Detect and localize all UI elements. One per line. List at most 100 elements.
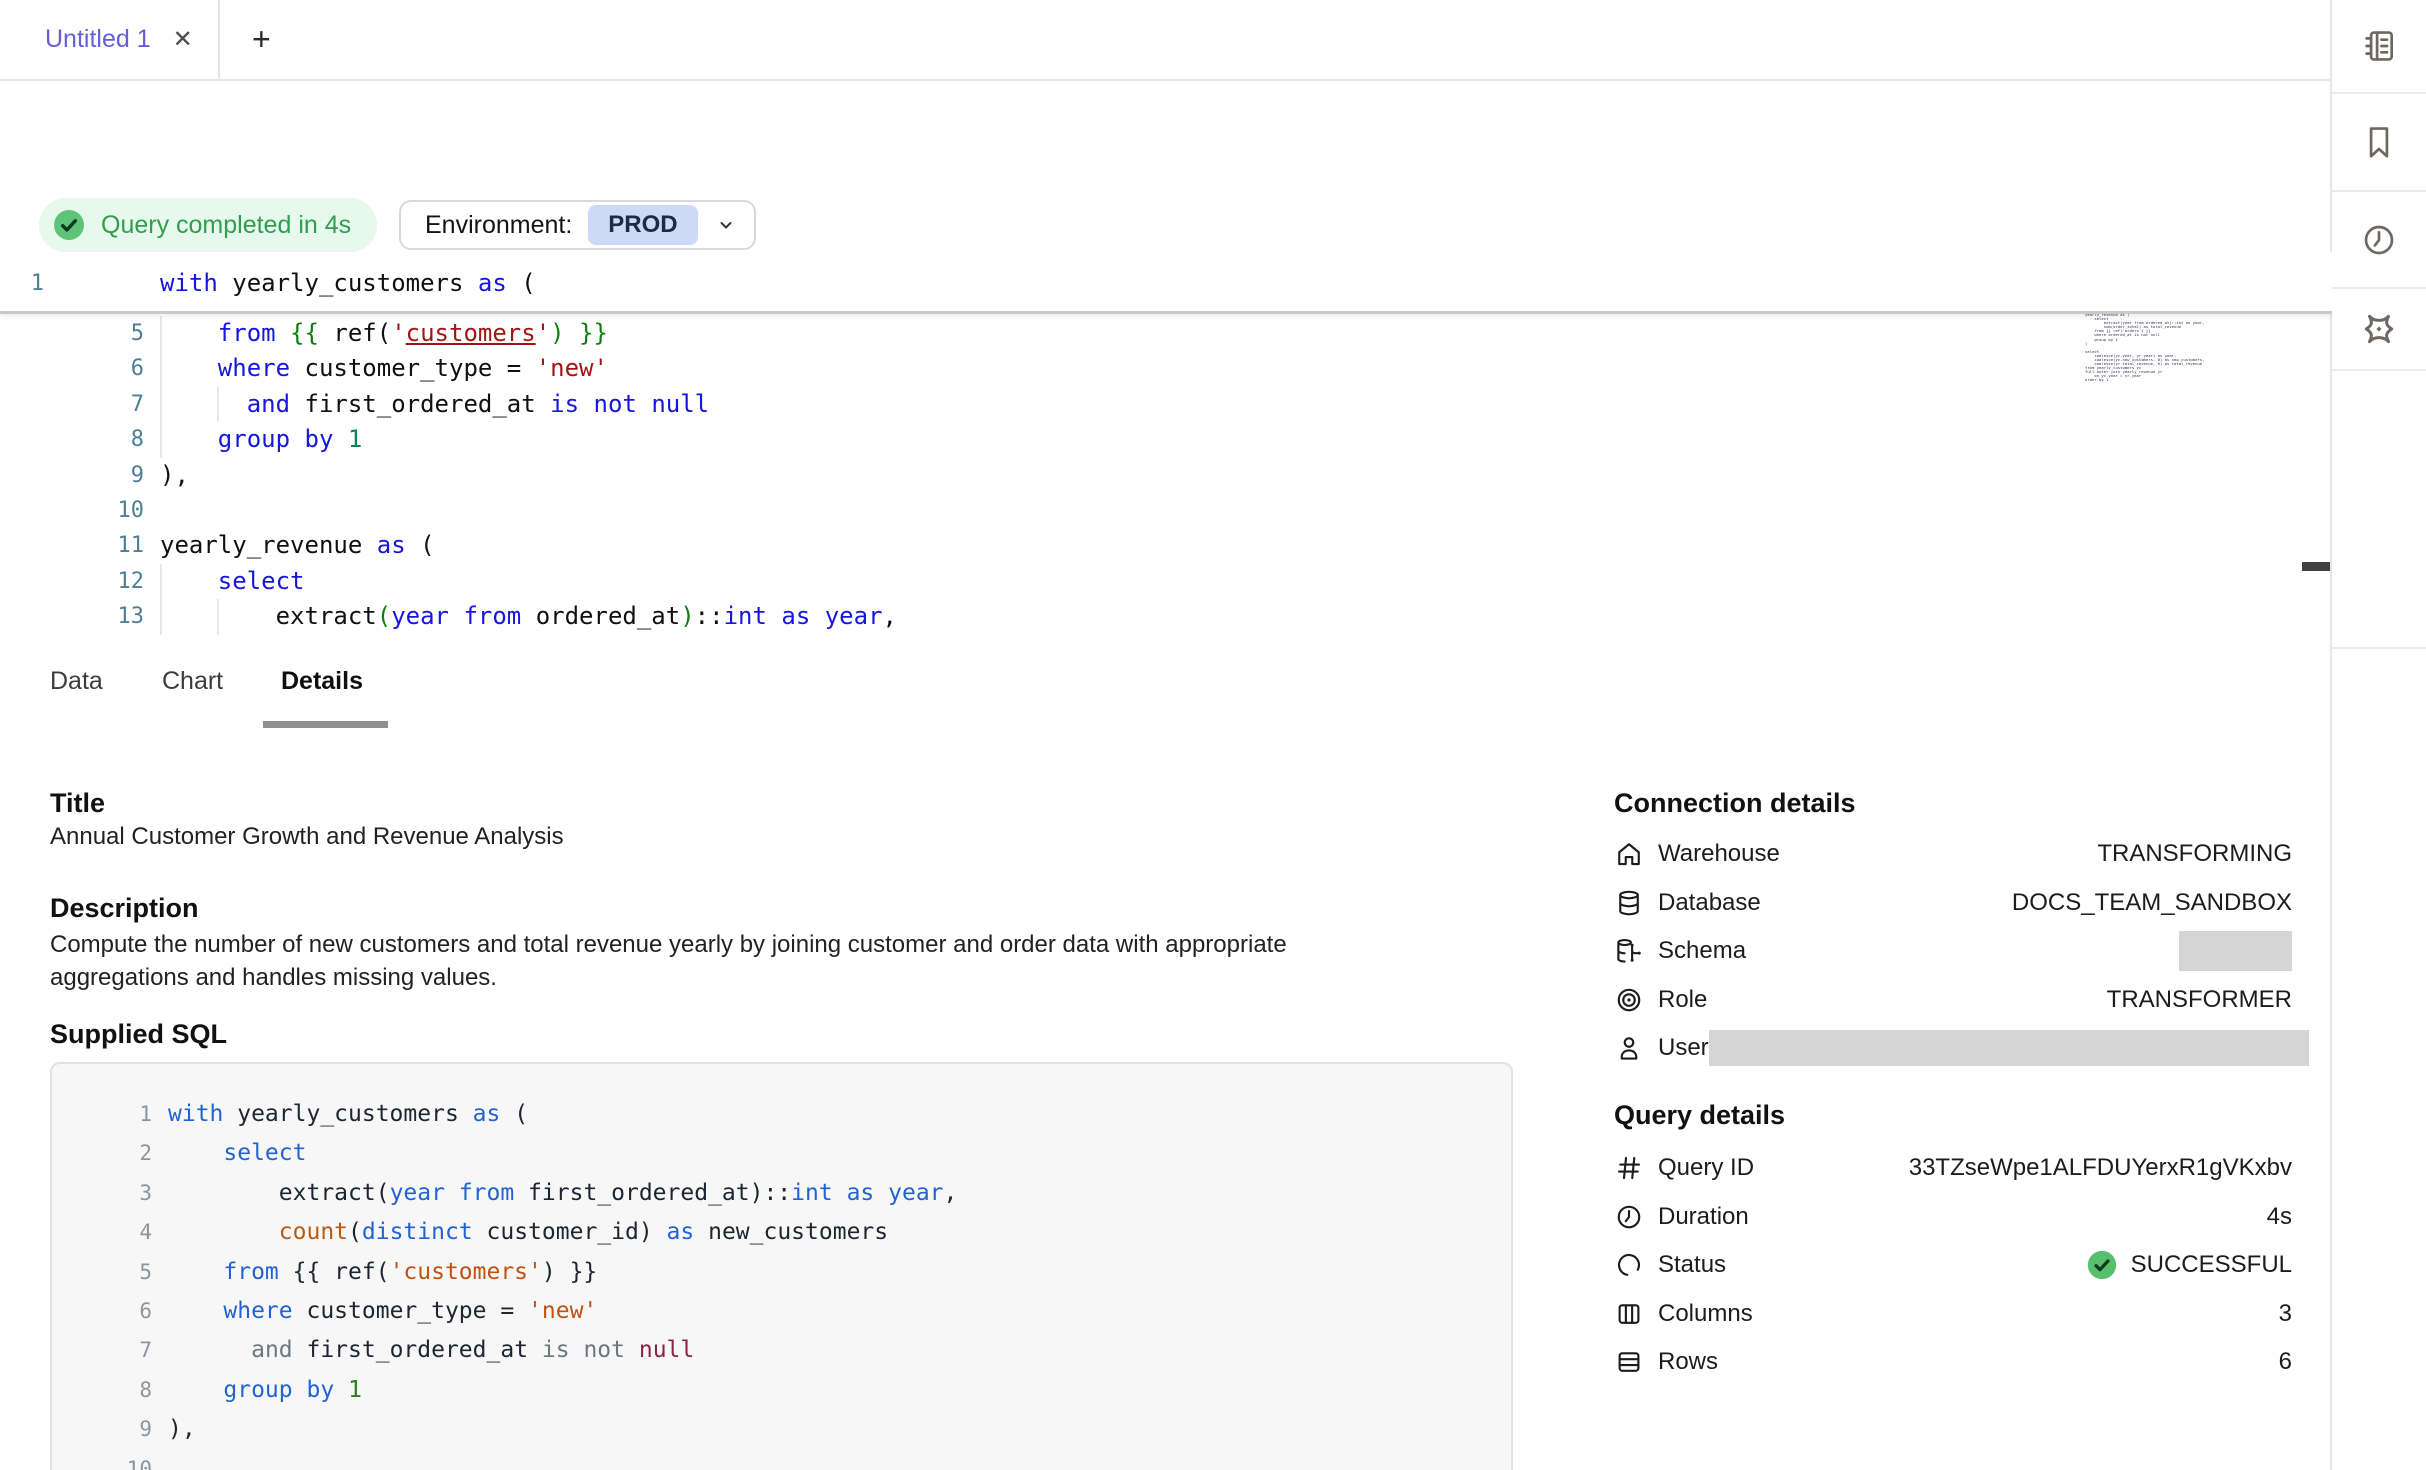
detail-label: Warehouse — [1658, 840, 1780, 868]
code-line[interactable]: 9), — [0, 458, 2332, 493]
code-text: and first_ordered_at is not null — [168, 1331, 694, 1370]
query-details-heading: Query details — [1614, 1100, 1785, 1131]
title-heading: Title — [50, 788, 105, 819]
code-line[interactable]: 13 extract(year from ordered_at)::int as… — [0, 599, 2332, 634]
sidebar-button-notebook[interactable] — [2332, 0, 2426, 94]
detail-label: Duration — [1658, 1203, 1749, 1231]
code-text: ), — [168, 1410, 196, 1449]
schema-icon — [1614, 936, 1644, 966]
check-circle-icon — [2085, 1248, 2119, 1282]
detail-label: Schema — [1658, 937, 1746, 965]
editor-sticky-line[interactable]: 1 with yearly_customers as ( — [0, 252, 2332, 314]
code-text: count(distinct customer_id) as new_custo… — [168, 1213, 888, 1252]
details-panel: Title Annual Customer Growth and Revenue… — [0, 728, 2332, 1470]
tab-details[interactable]: Details — [281, 667, 363, 696]
role-icon — [1614, 985, 1644, 1015]
detail-label: Status — [1658, 1251, 1726, 1279]
tab-data[interactable]: Data — [50, 667, 103, 696]
code-text: ), — [160, 458, 189, 493]
right-sidebar — [2330, 0, 2426, 1470]
detail-label: Columns — [1658, 1300, 1753, 1328]
code-line[interactable]: 6 where customer_type = 'new' — [0, 351, 2332, 386]
detail-value — [1709, 1030, 2309, 1066]
sql-line: 4 count(distinct customer_id) as new_cus… — [52, 1213, 1511, 1252]
query-details-rows: Query ID 33TZseWpe1ALFDUYerxR1gVKxbv Durat… — [1614, 1144, 2292, 1387]
line-number: 12 — [0, 564, 144, 599]
code-text: group by 1 — [168, 1371, 362, 1410]
editor-lines: 5 from {{ ref('customers') }}6 where cus… — [0, 316, 2332, 635]
sticky-code: with yearly_customers as ( — [160, 266, 536, 301]
detail-value: 4s — [2267, 1203, 2292, 1231]
dbt-logo-icon — [2360, 310, 2398, 348]
database-icon — [1614, 888, 1644, 918]
connection-details-rows: WarehouseTRANSFORMINGDatabaseDOCS_TEAM_S… — [1614, 830, 2292, 1073]
result-tab-bar: Data Chart Details — [0, 635, 2332, 730]
environment-selector[interactable]: Environment: PROD — [399, 200, 756, 250]
sql-line: 9), — [52, 1410, 1511, 1449]
line-number: 9 — [0, 458, 144, 493]
code-line[interactable]: 10 — [0, 493, 2332, 528]
detail-label: Query ID — [1658, 1154, 1754, 1182]
code-text: where customer_type = 'new' — [160, 351, 608, 386]
sidebar-spacer — [2332, 371, 2426, 649]
code-text: from {{ ref('customers') }} — [168, 1253, 597, 1292]
detail-label: Role — [1658, 986, 1707, 1014]
hash-icon — [1614, 1153, 1644, 1183]
code-line[interactable]: 11yearly_revenue as ( — [0, 528, 2332, 563]
warehouse-icon — [1614, 839, 1644, 869]
code-line[interactable]: 12 select — [0, 564, 2332, 599]
close-icon[interactable]: ✕ — [173, 28, 193, 52]
detail-label: Database — [1658, 889, 1761, 917]
line-number: 6 — [0, 351, 144, 386]
sql-line: 7 and first_ordered_at is not null — [52, 1331, 1511, 1370]
code-text: extract(year from ordered_at)::int as ye… — [160, 599, 897, 634]
toolbar: Develop Run — [0, 81, 2332, 178]
tab-untitled-1[interactable]: Untitled 1 ✕ — [0, 0, 220, 79]
sql-line: 10 — [52, 1450, 1511, 1470]
code-text: yearly_revenue as ( — [160, 528, 435, 563]
line-number: 3 — [52, 1174, 152, 1213]
tab-chart[interactable]: Chart — [162, 667, 223, 696]
detail-label: User — [1658, 1034, 1709, 1062]
detail-value: TRANSFORMER — [2107, 986, 2292, 1014]
line-number: 4 — [52, 1213, 152, 1252]
query-status-badge: Query completed in 4s — [39, 198, 377, 252]
line-number: 9 — [52, 1410, 152, 1449]
detail-row: Query ID 33TZseWpe1ALFDUYerxR1gVKxbv — [1614, 1144, 2292, 1193]
line-number: 5 — [52, 1253, 152, 1292]
code-text: extract(year from first_ordered_at)::int… — [168, 1174, 957, 1213]
code-text: select — [160, 564, 305, 599]
active-tab-underline — [263, 721, 388, 728]
sidebar-button-bookmark[interactable] — [2332, 94, 2426, 192]
detail-value: TRANSFORMING — [2097, 840, 2292, 868]
chevron-down-icon — [714, 213, 738, 237]
plus-icon: + — [252, 21, 271, 58]
code-line[interactable]: 5 from {{ ref('customers') }} — [0, 316, 2332, 351]
code-line[interactable]: 7 and first_ordered_at is not null — [0, 387, 2332, 422]
title-value: Annual Customer Growth and Revenue Analy… — [50, 823, 564, 851]
rows-icon — [1614, 1347, 1644, 1377]
detail-row: StatusSUCCESSFUL — [1614, 1241, 2292, 1290]
line-number: 7 — [52, 1331, 152, 1370]
line-number: 10 — [0, 493, 144, 528]
line-number: 1 — [0, 266, 44, 301]
sql-editor[interactable]: 5 from {{ ref('customers') }}6 where cus… — [0, 252, 2332, 637]
notebook-icon — [2360, 27, 2398, 65]
detail-row: Columns3 — [1614, 1290, 2292, 1339]
code-text: group by 1 — [160, 422, 362, 457]
environment-label: Environment: — [425, 211, 572, 240]
sql-line: 2 select — [52, 1134, 1511, 1173]
code-line[interactable]: 8 group by 1 — [0, 422, 2332, 457]
editor-scrollbar-thumb[interactable] — [2302, 562, 2330, 571]
sql-line: 8 group by 1 — [52, 1371, 1511, 1410]
detail-value: 33TZseWpe1ALFDUYerxR1gVKxbv — [1909, 1154, 2292, 1182]
line-number: 5 — [0, 316, 144, 351]
sidebar-button-clock[interactable] — [2332, 192, 2426, 289]
sidebar-button-dbt-logo[interactable] — [2332, 289, 2426, 371]
new-tab-button[interactable]: + — [238, 0, 285, 79]
supplied-sql-heading: Supplied SQL — [50, 1019, 227, 1050]
line-number: 6 — [52, 1292, 152, 1331]
line-number: 13 — [0, 599, 144, 634]
detail-row: Duration 4s — [1614, 1193, 2292, 1242]
user-icon — [1614, 1033, 1644, 1063]
